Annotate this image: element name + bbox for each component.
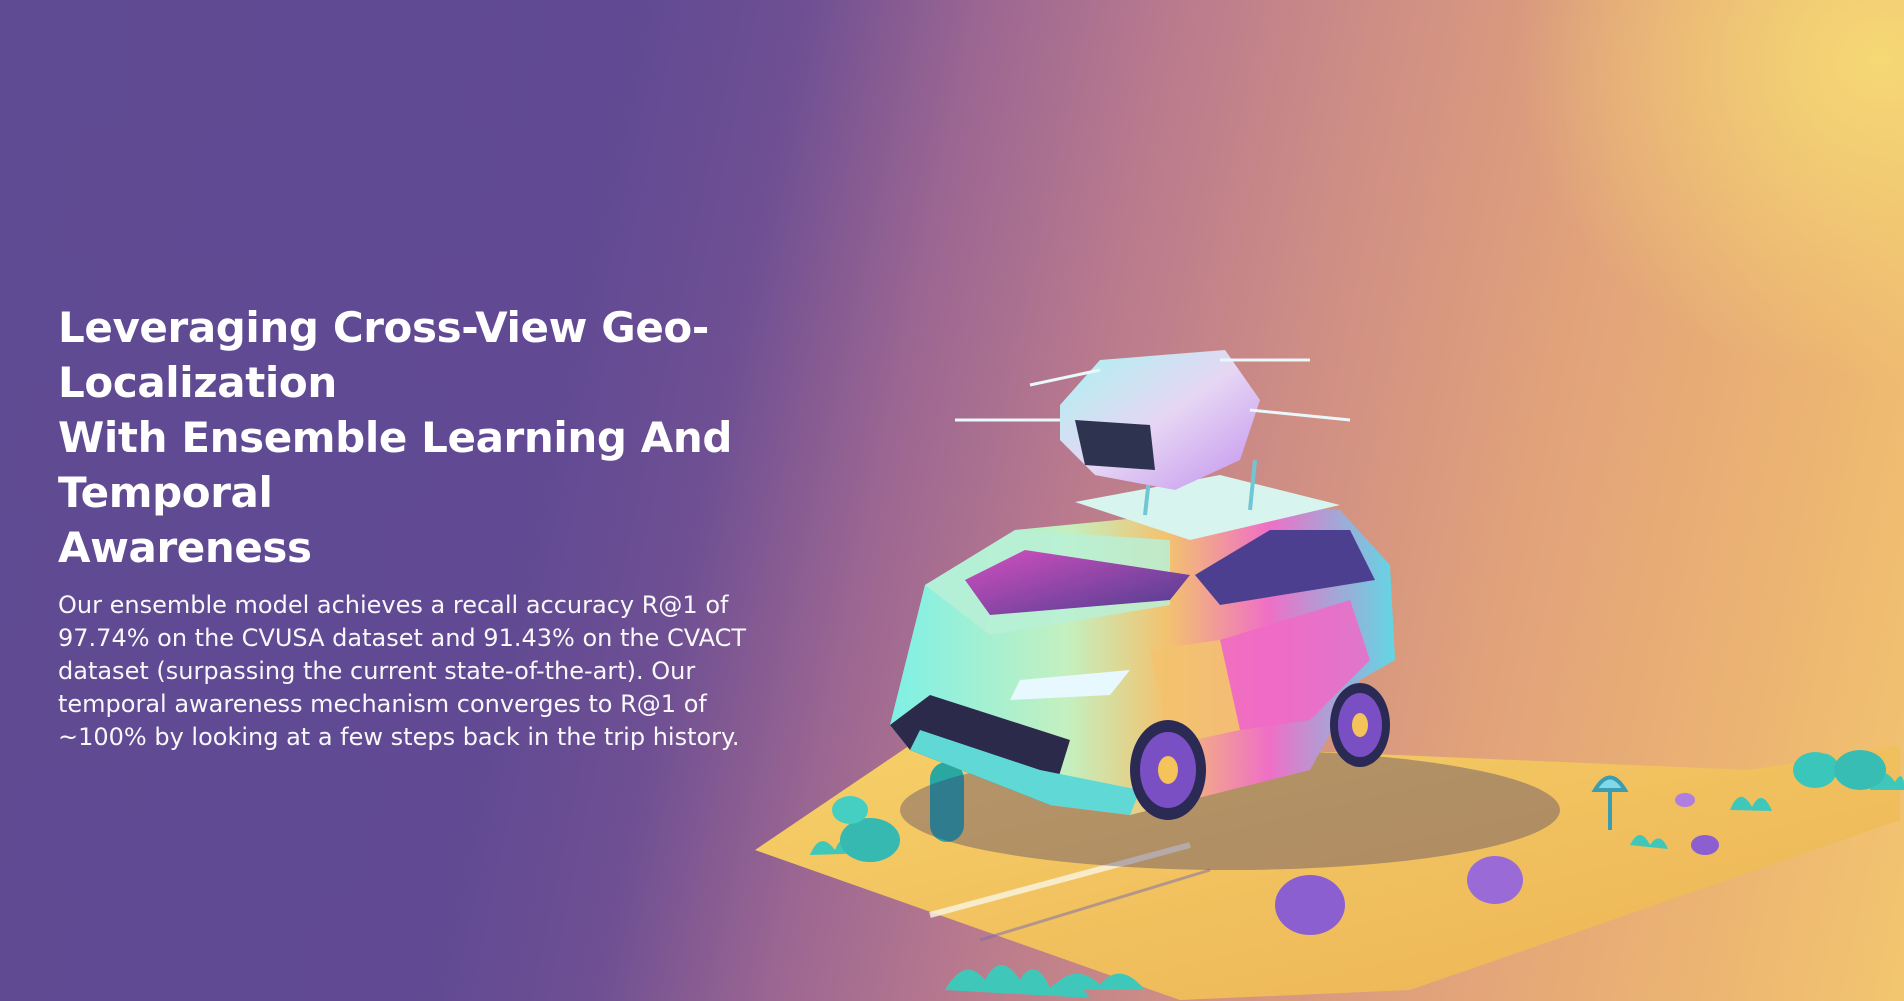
description-line: dataset (surpassing the current state-of… xyxy=(58,657,696,685)
bush xyxy=(1834,750,1886,790)
hero-description: Our ensemble model achieves a recall acc… xyxy=(58,589,818,754)
rock xyxy=(1675,793,1695,807)
bush xyxy=(1793,752,1837,788)
drone xyxy=(955,350,1351,490)
rock xyxy=(1691,835,1719,855)
description-line: temporal awareness mechanism converges t… xyxy=(58,690,707,718)
wheel-front xyxy=(1130,720,1206,820)
rock xyxy=(1467,856,1523,904)
drone-screen xyxy=(1075,420,1155,470)
drone-arm xyxy=(1249,408,1351,422)
description-line: Our ensemble model achieves a recall acc… xyxy=(58,591,729,619)
car-with-drone-illustration xyxy=(755,350,1904,1000)
description-line: ~100% by looking at a few steps back in … xyxy=(58,723,740,751)
bush xyxy=(832,796,868,824)
bush xyxy=(840,818,900,862)
title-line: Awareness xyxy=(58,523,312,572)
title-line: Leveraging Cross-View Geo-Localization xyxy=(58,303,709,407)
title-line: With Ensemble Learning And Temporal xyxy=(58,413,732,517)
description-line: 97.74% on the CVUSA dataset and 91.43% o… xyxy=(58,624,747,652)
wheel-rear xyxy=(1330,683,1390,767)
rock xyxy=(1275,875,1345,935)
